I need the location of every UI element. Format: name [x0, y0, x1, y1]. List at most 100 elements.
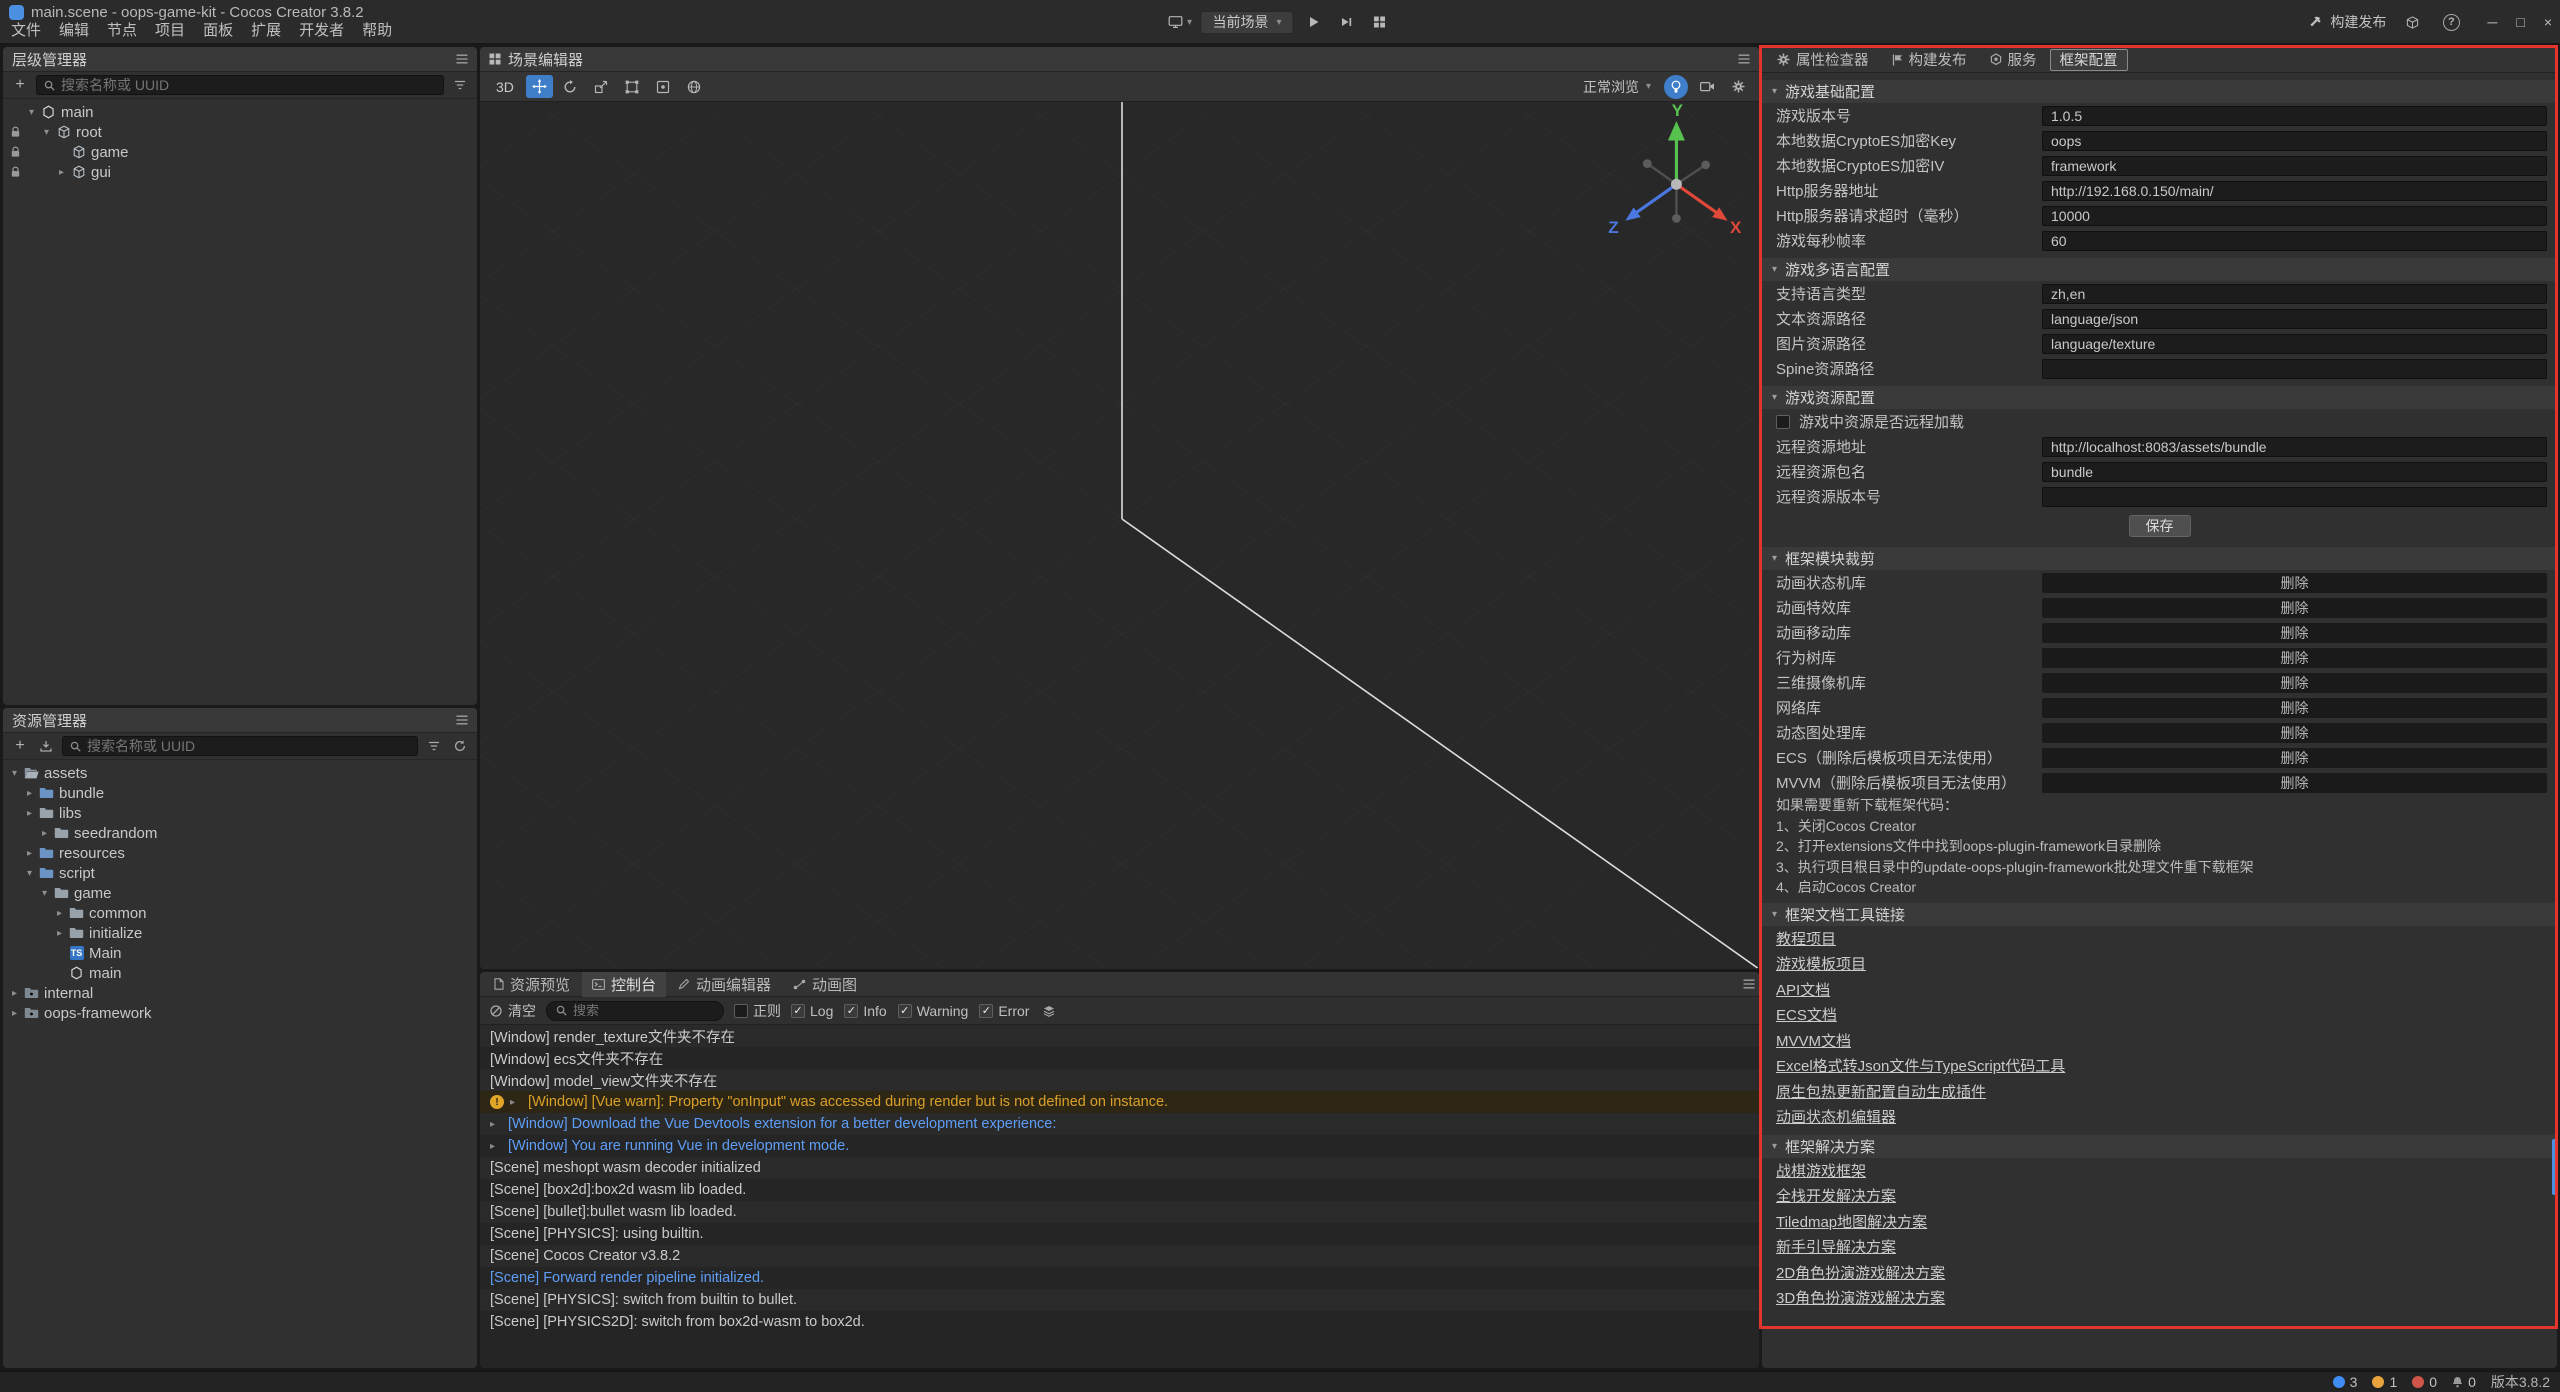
link-原生包热更新配置自动生成插件[interactable]: 原生包热更新配置自动生成插件	[1776, 1081, 1986, 1102]
expand-arrow-icon[interactable]: ▸	[7, 988, 22, 999]
checkbox[interactable]	[898, 1004, 912, 1018]
tree-row-common[interactable]: ▸common	[3, 903, 477, 923]
prop-input-文本资源路径[interactable]	[2042, 309, 2547, 329]
tab-框架配置[interactable]: 框架配置	[2050, 49, 2128, 71]
section-header-框架文档工具链接[interactable]: ▾框架文档工具链接	[1762, 903, 2557, 926]
prop-input-支持语言类型[interactable]	[2042, 284, 2547, 304]
preview-platform-button[interactable]: ▾	[1167, 10, 1193, 34]
menu-项目[interactable]: 项目	[146, 17, 194, 42]
world-tool-button[interactable]	[681, 75, 708, 98]
console-tab-控制台[interactable]: 控制台	[582, 972, 666, 997]
link-动画状态机编辑器[interactable]: 动画状态机编辑器	[1776, 1106, 1896, 1127]
prop-input-本地数据CryptoES加密IV[interactable]	[2042, 156, 2547, 176]
step-button[interactable]	[1334, 10, 1360, 34]
import-asset-button[interactable]	[36, 736, 56, 756]
menu-编辑[interactable]: 编辑	[50, 17, 98, 42]
prop-input-Http服务器地址[interactable]	[2042, 181, 2547, 201]
log-row[interactable]: [Scene] [PHYSICS]: switch from builtin t…	[480, 1289, 1759, 1311]
save-button[interactable]: 保存	[2129, 515, 2191, 537]
log-row[interactable]: ▸[Window] You are running Vue in develop…	[480, 1135, 1759, 1157]
tree-row-game[interactable]: game	[3, 142, 477, 162]
tree-row-main[interactable]: main	[3, 963, 477, 983]
lock-icon[interactable]	[7, 126, 24, 138]
prop-input-本地数据CryptoES加密Key[interactable]	[2042, 131, 2547, 151]
tree-row-script[interactable]: ▾script	[3, 863, 477, 883]
delete-button[interactable]: 删除	[2281, 573, 2309, 593]
pivot-tool-button[interactable]	[650, 75, 677, 98]
section-header-游戏基础配置[interactable]: ▾游戏基础配置	[1762, 80, 2557, 103]
view-mode-select[interactable]: 正常浏览 ▾	[1575, 77, 1659, 97]
console-tab-资源预览[interactable]: 资源预览	[484, 972, 580, 997]
delete-button[interactable]: 删除	[2281, 673, 2309, 693]
expand-arrow-icon[interactable]: ▾	[22, 868, 37, 879]
tree-row-game[interactable]: ▾game	[3, 883, 477, 903]
assets-search[interactable]	[62, 736, 418, 756]
notification-counter[interactable]: 0	[2452, 1374, 2476, 1390]
expand-arrow-icon[interactable]: ▾	[7, 768, 22, 779]
expand-arrow-icon[interactable]: ▸	[490, 1141, 502, 1152]
assets-refresh-button[interactable]	[450, 736, 470, 756]
checkbox[interactable]	[844, 1004, 858, 1018]
layout-button[interactable]	[1367, 10, 1393, 34]
tree-row-internal[interactable]: ▸internal	[3, 983, 477, 1003]
link-Tiledmap地图解决方案[interactable]: Tiledmap地图解决方案	[1776, 1211, 1927, 1232]
build-publish-button[interactable]: 构建发布	[2309, 12, 2386, 32]
lock-icon[interactable]	[7, 166, 24, 178]
tree-row-initialize[interactable]: ▸initialize	[3, 923, 477, 943]
tree-row-gui[interactable]: ▸gui	[3, 162, 477, 182]
link-教程项目[interactable]: 教程项目	[1776, 928, 1836, 949]
expand-arrow-icon[interactable]: ▸	[52, 908, 67, 919]
create-asset-button[interactable]: +	[10, 736, 30, 756]
panel-menu-icon[interactable]	[1743, 979, 1755, 989]
warning-counter[interactable]: 1	[2372, 1374, 2397, 1390]
tree-row-root[interactable]: ▾root	[3, 122, 477, 142]
menu-开发者[interactable]: 开发者	[290, 17, 353, 42]
scale-tool-button[interactable]	[588, 75, 615, 98]
section-header-框架模块裁剪[interactable]: ▾框架模块裁剪	[1762, 547, 2557, 570]
tab-服务[interactable]: 服务	[1980, 49, 2047, 71]
expand-arrow-icon[interactable]: ▾	[24, 107, 39, 118]
expand-arrow-icon[interactable]: ▸	[22, 788, 37, 799]
link-ECS文档[interactable]: ECS文档	[1776, 1004, 1837, 1025]
expand-arrow-icon[interactable]: ▸	[22, 808, 37, 819]
log-row[interactable]: [Window] model_view文件夹不存在	[480, 1069, 1759, 1091]
tab-属性检查器[interactable]: 属性检查器	[1767, 49, 1879, 71]
log-row[interactable]: [Scene] [bullet]:bullet wasm lib loaded.	[480, 1201, 1759, 1223]
link-Excel格式转Json文件与TypeScript代码工具[interactable]: Excel格式转Json文件与TypeScript代码工具	[1776, 1055, 2065, 1076]
lock-icon[interactable]	[7, 146, 24, 158]
panel-menu-icon[interactable]	[456, 715, 468, 725]
menu-文件[interactable]: 文件	[2, 17, 50, 42]
delete-button[interactable]: 删除	[2281, 648, 2309, 668]
console-search[interactable]	[546, 1001, 724, 1021]
hierarchy-filter-button[interactable]	[450, 75, 470, 95]
expand-arrow-icon[interactable]: ▾	[39, 127, 54, 138]
delete-button[interactable]: 删除	[2281, 623, 2309, 643]
delete-button[interactable]: 删除	[2281, 598, 2309, 618]
log-row[interactable]: !▸[Window] [Vue warn]: Property "onInput…	[480, 1091, 1759, 1113]
add-node-button[interactable]: +	[10, 75, 30, 95]
link-2D角色扮演游戏解决方案[interactable]: 2D角色扮演游戏解决方案	[1776, 1262, 1945, 1283]
collapse-logs-button[interactable]	[1039, 1001, 1059, 1021]
log-counter[interactable]: 3	[2333, 1374, 2358, 1390]
scene-viewport[interactable]: Y X Z	[480, 102, 1759, 969]
extension-store-button[interactable]	[2399, 10, 2425, 34]
assets-search-input[interactable]	[87, 738, 410, 754]
expand-arrow-icon[interactable]: ▸	[37, 828, 52, 839]
filter-Warning[interactable]: Warning	[898, 1003, 969, 1019]
expand-arrow-icon[interactable]: ▸	[22, 848, 37, 859]
section-header-游戏资源配置[interactable]: ▾游戏资源配置	[1762, 386, 2557, 409]
help-button[interactable]: ?	[2438, 10, 2464, 34]
error-counter[interactable]: 0	[2412, 1374, 2437, 1390]
scene-select[interactable]: 当前场景 ▾	[1200, 11, 1293, 34]
expand-arrow-icon[interactable]: ▸	[510, 1097, 522, 1108]
log-row[interactable]: [Scene] [PHYSICS2D]: switch from box2d-w…	[480, 1311, 1759, 1333]
expand-arrow-icon[interactable]: ▸	[7, 1008, 22, 1019]
expand-arrow-icon[interactable]: ▸	[52, 928, 67, 939]
regex-checkbox[interactable]	[734, 1004, 748, 1018]
tree-row-assets[interactable]: ▾assets	[3, 763, 477, 783]
link-3D角色扮演游戏解决方案[interactable]: 3D角色扮演游戏解决方案	[1776, 1287, 1945, 1308]
tree-row-seedrandom[interactable]: ▸seedrandom	[3, 823, 477, 843]
hierarchy-search[interactable]	[36, 75, 444, 95]
link-API文档[interactable]: API文档	[1776, 979, 1830, 1000]
link-新手引导解决方案[interactable]: 新手引导解决方案	[1776, 1236, 1896, 1257]
